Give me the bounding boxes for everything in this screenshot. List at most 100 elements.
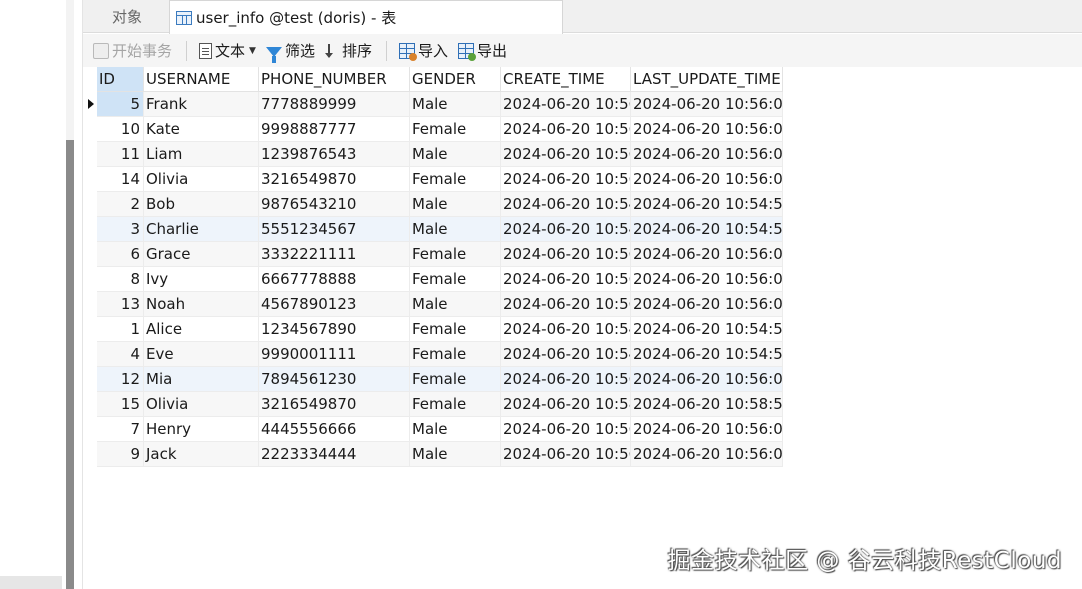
sort-button[interactable]: 排序 [321,38,376,64]
cell-id[interactable]: 7 [97,417,144,442]
row-marker[interactable] [83,217,97,242]
cell-create-time[interactable]: 2024-06-20 10:54 [501,342,631,367]
row-marker[interactable] [83,367,97,392]
column-header-create-time[interactable]: CREATE_TIME [501,67,631,92]
cell-last-update-time[interactable]: 2024-06-20 10:54:56 [631,217,783,242]
row-marker[interactable] [83,317,97,342]
cell-id[interactable]: 11 [97,142,144,167]
cell-phone-number[interactable]: 9990001111 [259,342,410,367]
cell-phone-number[interactable]: 3216549870 [259,392,410,417]
cell-phone-number[interactable]: 6667778888 [259,267,410,292]
cell-username[interactable]: Frank [144,92,259,117]
column-header-phone-number[interactable]: PHONE_NUMBER [259,67,410,92]
cell-username[interactable]: Grace [144,242,259,267]
row-marker[interactable] [83,267,97,292]
table-row[interactable]: 5 Frank 7778889999 Male 2024-06-20 10:56 2024… [83,92,783,117]
cell-gender[interactable]: Female [410,117,501,142]
cell-last-update-time[interactable]: 2024-06-20 10:56:07 [631,442,783,467]
cell-create-time[interactable]: 2024-06-20 10:56 [501,417,631,442]
cell-phone-number[interactable]: 9876543210 [259,192,410,217]
row-marker[interactable] [83,92,97,117]
cell-create-time[interactable]: 2024-06-20 10:56 [501,442,631,467]
data-grid[interactable]: ID USERNAME PHONE_NUMBER GENDER CREATE_T… [83,67,783,467]
cell-id[interactable]: 8 [97,267,144,292]
cell-create-time[interactable]: 2024-06-20 10:56 [501,367,631,392]
cell-username[interactable]: Noah [144,292,259,317]
row-marker[interactable] [83,442,97,467]
cell-username[interactable]: Henry [144,417,259,442]
navigator-horizontal-scrollbar[interactable] [0,576,62,589]
column-header-last-update-time[interactable]: LAST_UPDATE_TIME [631,67,783,92]
cell-username[interactable]: Olivia [144,392,259,417]
cell-phone-number[interactable]: 1234567890 [259,317,410,342]
table-row[interactable]: 12 Mia 7894561230 Female 2024-06-20 10:56 202… [83,367,783,392]
row-marker[interactable] [83,192,97,217]
cell-username[interactable]: Charlie [144,217,259,242]
cell-last-update-time[interactable]: 2024-06-20 10:56:07 [631,117,783,142]
cell-last-update-time[interactable]: 2024-06-20 10:56:07 [631,142,783,167]
cell-phone-number[interactable]: 5551234567 [259,217,410,242]
export-button[interactable]: 导出 [454,38,511,64]
table-row[interactable]: 7 Henry 4445556666 Male 2024-06-20 10:56 2024… [83,417,783,442]
cell-username[interactable]: Kate [144,117,259,142]
row-marker[interactable] [83,242,97,267]
cell-create-time[interactable]: 2024-06-20 10:54 [501,192,631,217]
cell-gender[interactable]: Female [410,392,501,417]
cell-gender[interactable]: Female [410,367,501,392]
cell-phone-number[interactable]: 4445556666 [259,417,410,442]
cell-id[interactable]: 13 [97,292,144,317]
cell-create-time[interactable]: 2024-06-20 10:56 [501,292,631,317]
cell-create-time[interactable]: 2024-06-20 10:56 [501,167,631,192]
cell-id[interactable]: 4 [97,342,144,367]
cell-gender[interactable]: Male [410,142,501,167]
filter-button[interactable]: 筛选 [262,38,319,64]
tab-user-info-table[interactable]: user_info @test (doris) - 表 [169,0,563,34]
cell-id[interactable]: 6 [97,242,144,267]
import-button[interactable]: 导入 [395,38,452,64]
navigator-scrollbar-thumb[interactable] [66,140,74,589]
cell-gender[interactable]: Female [410,267,501,292]
cell-last-update-time[interactable]: 2024-06-20 10:54:56 [631,192,783,217]
cell-phone-number[interactable]: 9998887777 [259,117,410,142]
cell-gender[interactable]: Female [410,167,501,192]
cell-gender[interactable]: Female [410,317,501,342]
table-row[interactable]: 14 Olivia 3216549870 Female 2024-06-20 10:56… [83,167,783,192]
cell-gender[interactable]: Male [410,192,501,217]
cell-id[interactable]: 2 [97,192,144,217]
cell-phone-number[interactable]: 2223334444 [259,442,410,467]
table-row[interactable]: 3 Charlie 5551234567 Male 2024-06-20 10:54 20… [83,217,783,242]
column-header-username[interactable]: USERNAME [144,67,259,92]
cell-phone-number[interactable]: 7778889999 [259,92,410,117]
table-row[interactable]: 1 Alice 1234567890 Female 2024-06-20 10:54 20… [83,317,783,342]
cell-last-update-time[interactable]: 2024-06-20 10:56:07 [631,417,783,442]
cell-id[interactable]: 3 [97,217,144,242]
row-marker[interactable] [83,292,97,317]
cell-id[interactable]: 12 [97,367,144,392]
cell-gender[interactable]: Female [410,342,501,367]
column-header-gender[interactable]: GENDER [410,67,501,92]
cell-gender[interactable]: Female [410,242,501,267]
cell-username[interactable]: Mia [144,367,259,392]
table-row[interactable]: 13 Noah 4567890123 Male 2024-06-20 10:56 2024… [83,292,783,317]
table-row[interactable]: 15 Olivia 3216549870 Female 2024-06-20 10:58… [83,392,783,417]
chevron-down-icon[interactable]: ▼ [249,46,256,56]
cell-username[interactable]: Bob [144,192,259,217]
cell-gender[interactable]: Male [410,92,501,117]
cell-last-update-time[interactable]: 2024-06-20 10:56:07 [631,292,783,317]
cell-last-update-time[interactable]: 2024-06-20 10:56:07 [631,92,783,117]
cell-username[interactable]: Olivia [144,167,259,192]
cell-last-update-time[interactable]: 2024-06-20 10:56:07 [631,167,783,192]
cell-phone-number[interactable]: 1239876543 [259,142,410,167]
cell-create-time[interactable]: 2024-06-20 10:56 [501,92,631,117]
column-header-id[interactable]: ID [97,67,144,92]
row-marker[interactable] [83,392,97,417]
cell-create-time[interactable]: 2024-06-20 10:56 [501,242,631,267]
cell-id[interactable]: 9 [97,442,144,467]
cell-username[interactable]: Jack [144,442,259,467]
row-marker[interactable] [83,167,97,192]
tab-objects[interactable]: 对象 [83,0,171,33]
table-row[interactable]: 4 Eve 9990001111 Female 2024-06-20 10:54 2024… [83,342,783,367]
cell-create-time[interactable]: 2024-06-20 10:54 [501,317,631,342]
cell-last-update-time[interactable]: 2024-06-20 10:58:59 [631,392,783,417]
table-row[interactable]: 9 Jack 2223334444 Male 2024-06-20 10:56 2024-… [83,442,783,467]
